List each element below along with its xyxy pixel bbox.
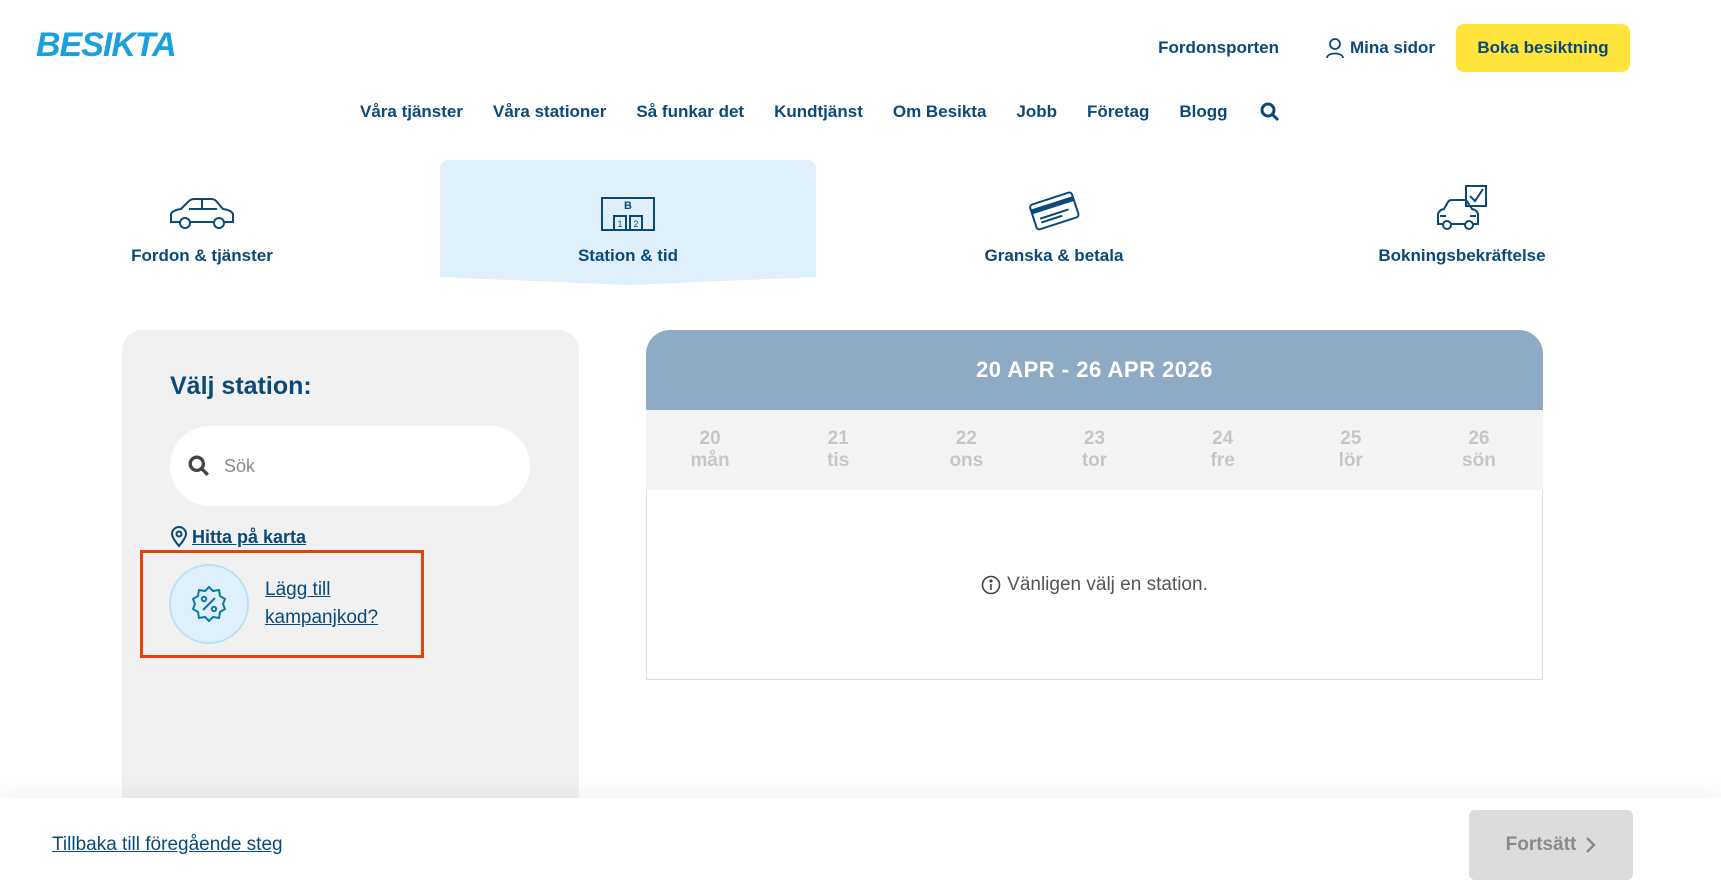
- day-name: tor: [1081, 450, 1108, 471]
- car-check-icon: [1434, 180, 1490, 232]
- nav-foretag[interactable]: Företag: [1087, 102, 1149, 122]
- nav-jobb[interactable]: Jobb: [1016, 102, 1057, 122]
- station-icon: B 1 2: [600, 180, 656, 232]
- calendar-days: 20 mån 21 tis 22 ons 23 tor 24 fre 25 lör 26 sö…: [646, 410, 1543, 490]
- day-number: 25: [1340, 428, 1362, 449]
- svg-text:B: B: [624, 200, 632, 212]
- step-station-tid[interactable]: B 1 2 Station & tid: [440, 160, 816, 286]
- svg-text:2: 2: [633, 219, 638, 229]
- day-name: fre: [1210, 450, 1235, 471]
- day-name: ons: [949, 450, 984, 471]
- continue-button[interactable]: Fortsätt: [1469, 810, 1633, 880]
- discount-icon: [191, 585, 227, 623]
- back-link[interactable]: Tillbaka till föregående steg: [52, 834, 283, 856]
- day-number: 26: [1468, 428, 1490, 449]
- nav-kundtjanst[interactable]: Kundtjänst: [774, 102, 863, 122]
- station-search-input[interactable]: [224, 455, 484, 477]
- station-search-box[interactable]: [170, 426, 530, 506]
- calendar-day: 20 mån: [646, 410, 774, 490]
- step-label: Bokningsbekräftelse: [1378, 246, 1546, 265]
- fordonsporten-link[interactable]: Fordonsporten: [1158, 38, 1279, 58]
- find-on-map-label: Hitta på karta: [192, 526, 307, 547]
- info-icon: [981, 575, 1001, 594]
- card-icon: [1028, 180, 1080, 232]
- station-title: Välj station:: [170, 372, 312, 400]
- mina-sidor-link[interactable]: Mina sidor: [1325, 37, 1435, 59]
- step-fordon-tjanster[interactable]: Fordon & tjänster: [14, 160, 390, 296]
- add-promo-code-link[interactable]: Lägg till kampanjkod?: [265, 576, 405, 632]
- step-bokningsbekraftelse[interactable]: Bokningsbekräftelse: [1274, 160, 1650, 296]
- chevron-right-icon: [1586, 837, 1597, 853]
- step-granska-betala[interactable]: Granska & betala: [866, 160, 1242, 296]
- step-label: Fordon & tjänster: [131, 246, 273, 265]
- step-label: Granska & betala: [984, 246, 1124, 265]
- day-name: lör: [1338, 450, 1363, 471]
- day-name: tis: [827, 450, 850, 471]
- day-number: 21: [827, 428, 849, 449]
- calendar: 20 APR - 26 APR 2026 20 mån 21 tis 22 ons 2…: [646, 330, 1543, 680]
- station-panel: Välj station: Hitta på karta Lägg till k…: [122, 330, 579, 810]
- day-number: 22: [955, 428, 977, 449]
- day-number: 23: [1083, 428, 1106, 449]
- continue-label: Fortsätt: [1505, 834, 1577, 855]
- nav-blogg[interactable]: Blogg: [1179, 102, 1227, 122]
- calendar-message-area: Vänligen välj en station.: [646, 490, 1543, 680]
- find-on-map-link[interactable]: Hitta på karta: [170, 526, 306, 548]
- day-number: 24: [1212, 428, 1234, 449]
- map-pin-icon: [170, 526, 188, 548]
- promo-badge[interactable]: [169, 564, 249, 644]
- calendar-day: 21 tis: [774, 410, 902, 490]
- day-name: mån: [690, 450, 730, 471]
- booking-steps: Fordon & tjänster B 1 2 Station & tid Gr…: [14, 160, 1668, 300]
- book-inspection-button[interactable]: Boka besiktning: [1456, 24, 1630, 72]
- nav-vara-stationer[interactable]: Våra stationer: [493, 102, 606, 122]
- nav-sa-funkar-det[interactable]: Så funkar det: [636, 102, 744, 122]
- bottom-bar: Tillbaka till föregående steg Fortsätt: [0, 798, 1721, 889]
- day-number: 20: [699, 428, 721, 449]
- calendar-day: 22 ons: [902, 410, 1030, 490]
- search-icon: [188, 455, 209, 476]
- calendar-range: 20 APR - 26 APR 2026: [646, 330, 1543, 410]
- calendar-day: 26 sön: [1415, 410, 1543, 490]
- promo-code-highlight: Lägg till kampanjkod?: [140, 550, 424, 658]
- calendar-day: 25 lör: [1287, 410, 1415, 490]
- nav-om-besikta[interactable]: Om Besikta: [893, 102, 987, 122]
- besikta-logo[interactable]: BESIKTA: [36, 26, 177, 65]
- svg-text:1: 1: [617, 219, 622, 229]
- search-icon[interactable]: [1260, 102, 1280, 122]
- day-name: sön: [1462, 450, 1496, 471]
- calendar-day: 24 fre: [1159, 410, 1287, 490]
- top-links: Fordonsporten Mina sidor Boka besiktning: [1158, 24, 1630, 72]
- main-nav: Våra tjänster Våra stationer Så funkar d…: [360, 102, 1280, 122]
- step-label: Station & tid: [577, 246, 679, 265]
- user-icon: [1326, 38, 1344, 59]
- car-icon: [167, 180, 237, 232]
- select-station-message: Vänligen välj en station.: [1007, 573, 1208, 595]
- calendar-day: 23 tor: [1030, 410, 1158, 490]
- fordonsporten-label: Fordonsporten: [1158, 38, 1279, 57]
- nav-vara-tjanster[interactable]: Våra tjänster: [360, 102, 463, 122]
- mina-sidor-label: Mina sidor: [1349, 38, 1435, 57]
